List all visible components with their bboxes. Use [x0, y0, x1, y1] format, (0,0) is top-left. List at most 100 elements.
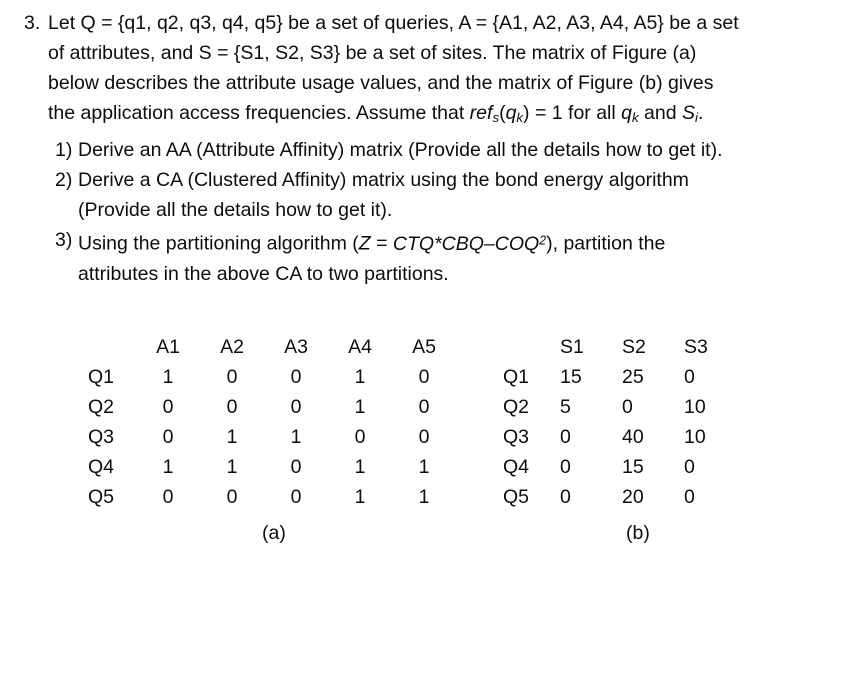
table-row: Q5 0 20 0	[503, 482, 746, 512]
matrix-a-cell: 1	[354, 486, 366, 508]
task-text-line: Derive a CA (Clustered Affinity) matrix …	[78, 168, 689, 191]
task-item-3: 3) Using the partitioning algorithm (Z =…	[55, 225, 824, 289]
matrix-a-cell: 0	[418, 426, 430, 448]
qk-symbol: qk	[506, 102, 523, 125]
matrix-a-cell: 1	[162, 366, 174, 388]
formula-text-after: ), partition the	[546, 232, 666, 255]
matrix-a-cell: 0	[290, 366, 302, 388]
table-row: Q5 0 0 0 1 1	[88, 482, 456, 512]
task-text: Derive an AA (Attribute Affinity) matrix…	[78, 138, 723, 161]
matrix-a-cell: 1	[226, 456, 238, 478]
matrix-a-cell: 0	[290, 486, 302, 508]
matrix-a-col-a4: A4	[348, 336, 372, 358]
assumption-text-and: and	[638, 102, 682, 124]
matrix-a-col-a2: A2	[220, 336, 244, 358]
qk-symbol-2: qk	[621, 102, 639, 125]
qk2-base: q	[621, 102, 632, 124]
task-text: (Provide all the details how to get it).	[78, 198, 393, 221]
question-line: Let Q = {q1, q2, q3, q4, q5} be a set of…	[48, 12, 739, 34]
matrix-b-row-label: Q1	[503, 366, 530, 388]
matrix-a-row-label: Q1	[88, 366, 115, 388]
table-row: Q2 5 0 10	[503, 392, 746, 422]
question-paragraph: 3. Let Q = {q1, q2, q3, q4, q5} be a set…	[24, 8, 824, 133]
partition-cost-formula: CTQ*CBQ–COQ2	[393, 233, 546, 255]
matrix-a-cell: 1	[354, 366, 366, 388]
matrix-a-row-label: Q3	[88, 426, 115, 448]
table-row: Q1 1 0 0 1 0	[88, 362, 456, 392]
matrix-a-cell: 1	[354, 456, 366, 478]
task-marker: 1)	[55, 138, 73, 161]
matrix-b-body: Q1 15 25 0 Q2 5 0 10 Q3 0 40 10 Q4 0 15 …	[503, 362, 746, 512]
figures-area: A1 A2 A3 A4 A5 Q1 1 0 0 1 0 Q2 0 0 0 1 0…	[0, 332, 860, 562]
matrix-a-row-label: Q2	[88, 396, 115, 418]
matrix-b-cell: 0	[684, 456, 695, 478]
formula-equals: =	[370, 232, 393, 255]
table-header-row: S1 S2 S3	[503, 332, 746, 362]
matrix-b-row-label: Q2	[503, 396, 530, 418]
matrix-b-cell: 0	[684, 366, 695, 388]
access-frequency-matrix: S1 S2 S3 Q1 15 25 0 Q2 5 0 10 Q3 0 40 10…	[503, 332, 746, 512]
matrix-a-row-label: Q4	[88, 456, 115, 478]
matrix-a-body: Q1 1 0 0 1 0 Q2 0 0 0 1 0 Q3 0 1 1 0 0 Q…	[88, 362, 456, 512]
task-formula-line: Using the partitioning algorithm (Z = CT…	[78, 225, 824, 259]
matrix-a-cell: 0	[226, 396, 238, 418]
matrix-a-cell: 0	[290, 396, 302, 418]
matrix-a-cell: 0	[418, 366, 430, 388]
matrix-b-cell: 0	[560, 486, 571, 508]
question-block: 3. Let Q = {q1, q2, q3, q4, q5} be a set…	[24, 8, 824, 305]
matrix-a-cell: 0	[418, 396, 430, 418]
task-item-1: 1) Derive an AA (Attribute Affinity) mat…	[55, 135, 824, 165]
table-row: Q4 1 1 0 1 1	[88, 452, 456, 482]
table-row: Q2 0 0 0 1 0	[88, 392, 456, 422]
task-text: attributes in the above CA to two partit…	[78, 262, 449, 285]
matrix-a-cell: 0	[290, 456, 302, 478]
matrix-b-cell: 0	[560, 456, 571, 478]
matrix-a-cell: 1	[418, 456, 430, 478]
task-marker: 3)	[55, 228, 73, 251]
ref-function-symbol: refs	[469, 102, 499, 125]
matrix-b-cell: 15	[622, 456, 644, 478]
matrix-b-cell: 40	[622, 426, 644, 448]
si-symbol: Si	[682, 102, 698, 125]
matrix-a-row-label: Q5	[88, 486, 115, 508]
matrix-b-col-s1: S1	[560, 336, 584, 358]
question-line: below describes the attribute usage valu…	[48, 72, 714, 94]
matrix-a-cell: 1	[162, 456, 174, 478]
attribute-usage-matrix: A1 A2 A3 A4 A5 Q1 1 0 0 1 0 Q2 0 0 0 1 0…	[88, 332, 456, 512]
formula-text-before: Using the partitioning algorithm (	[78, 232, 359, 255]
task-marker: 2)	[55, 168, 73, 191]
matrix-a-corner	[88, 332, 136, 362]
question-line: of attributes, and S = {S1, S2, S3} be a…	[48, 42, 697, 64]
matrix-b-cell: 10	[684, 426, 706, 448]
question-line-assumption: the application access frequencies. Assu…	[48, 98, 824, 133]
matrix-b-row-label: Q5	[503, 486, 530, 508]
matrix-a-cell: 1	[226, 426, 238, 448]
matrix-a-col-a1: A1	[156, 336, 180, 358]
matrix-b-col-s3: S3	[684, 336, 708, 358]
formula-expression: CTQ*CBQ–COQ	[392, 232, 540, 255]
matrix-a-cell: 0	[354, 426, 366, 448]
qk2-subscript: k	[632, 109, 639, 125]
matrix-a-cell: 0	[226, 366, 238, 388]
table-row: Q3 0 40 10	[503, 422, 746, 452]
matrix-a-cell: 0	[162, 426, 174, 448]
figure-a-caption: (a)	[262, 522, 286, 544]
matrix-a-cell: 1	[290, 426, 302, 448]
table-row: Q3 0 1 1 0 0	[88, 422, 456, 452]
question-number: 3.	[24, 12, 41, 34]
table-row: Q4 0 15 0	[503, 452, 746, 482]
matrix-a-table: A1 A2 A3 A4 A5 Q1 1 0 0 1 0 Q2 0 0 0 1 0…	[88, 332, 456, 512]
matrix-a-cell: 0	[162, 396, 174, 418]
matrix-b-row-label: Q3	[503, 426, 530, 448]
task-list: 1) Derive an AA (Attribute Affinity) mat…	[24, 135, 824, 289]
matrix-b-cell: 0	[622, 396, 633, 418]
ref-base: ref	[469, 102, 493, 124]
assumption-period: .	[697, 102, 704, 124]
z-symbol: Z	[358, 232, 371, 255]
matrix-b-corner	[503, 332, 560, 362]
matrix-a-cell: 1	[354, 396, 366, 418]
matrix-a-col-a3: A3	[284, 336, 308, 358]
matrix-b-cell: 20	[622, 486, 644, 508]
table-row: Q1 15 25 0	[503, 362, 746, 392]
matrix-b-cell: 0	[684, 486, 695, 508]
